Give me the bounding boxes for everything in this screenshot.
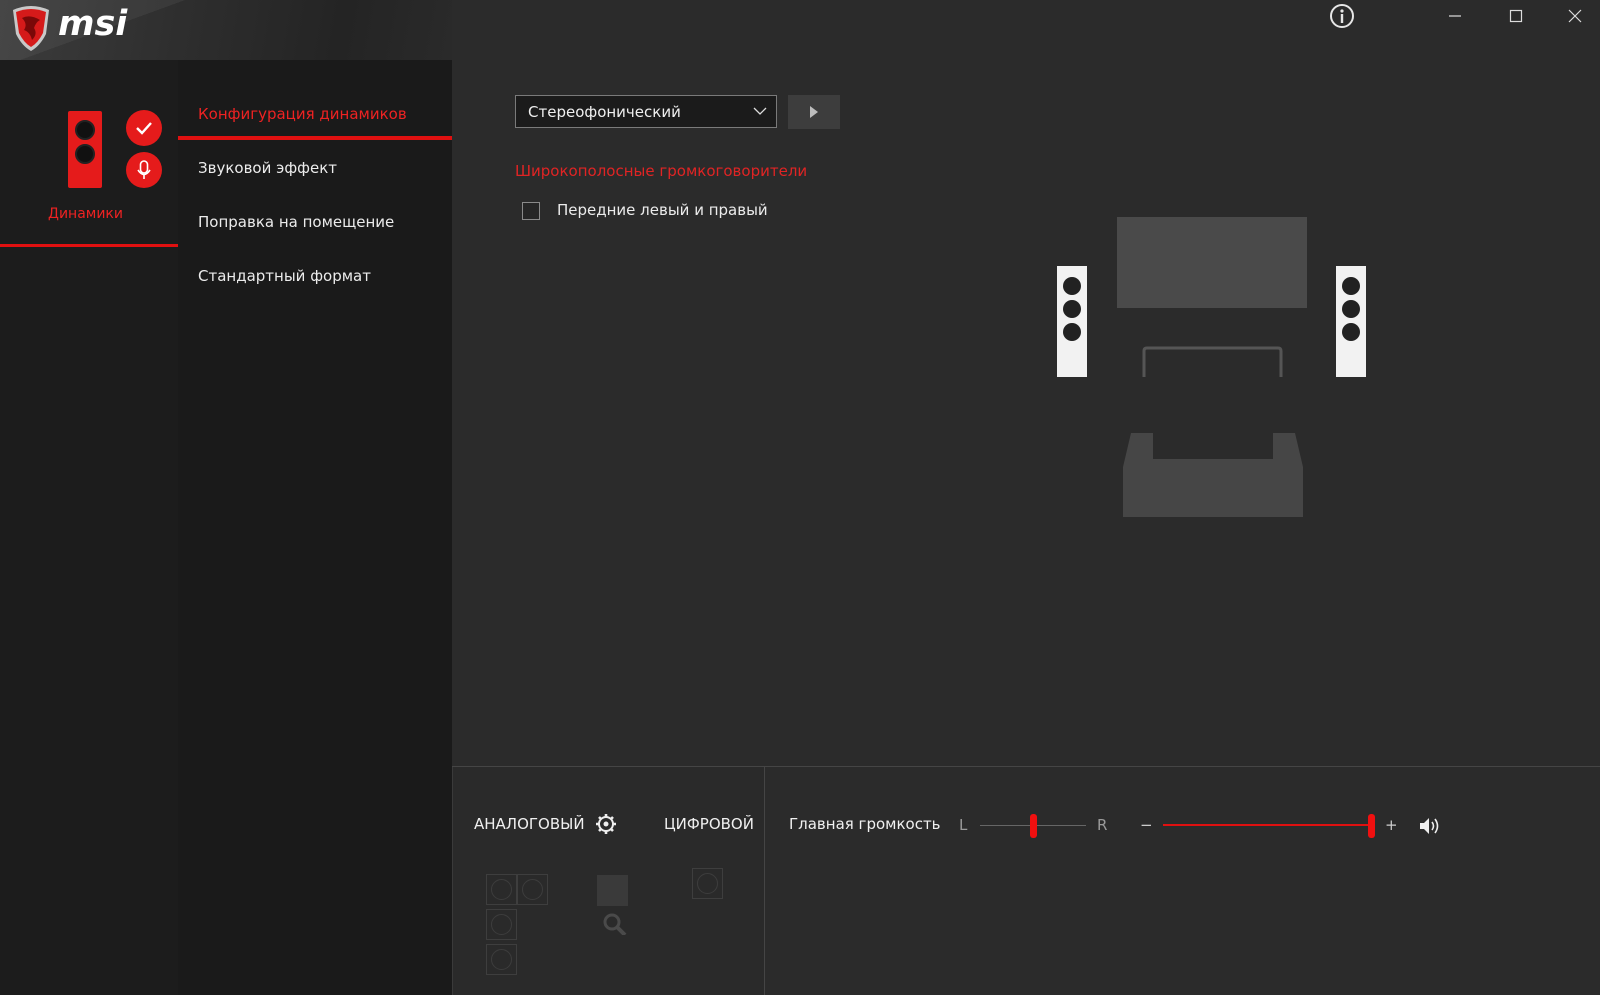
divider [764,766,765,995]
fullrange-speakers-heading: Широкополосные громкоговорители [515,162,808,180]
microphone-badge-icon[interactable] [126,152,162,188]
divider [452,766,453,995]
gear-icon[interactable] [595,813,617,835]
check-badge-icon [126,110,162,146]
chevron-down-icon [752,103,768,123]
analog-jack[interactable] [486,874,517,905]
speaker-config-dropdown[interactable]: Стереофонический [515,95,777,128]
device-active-indicator [0,244,178,247]
app-logo-text: msi [58,4,128,44]
volume-fill [1163,824,1368,826]
volume-icon[interactable] [1418,815,1442,837]
left-speaker-icon [1057,266,1087,377]
maximize-button[interactable] [1488,0,1544,32]
info-icon [1330,4,1354,28]
balance-thumb[interactable] [1030,814,1037,838]
volume-minus-button[interactable]: − [1140,816,1153,834]
analog-jack[interactable] [486,944,517,975]
analog-jack[interactable] [486,909,517,940]
play-icon [810,106,818,118]
minimize-icon [1449,15,1461,17]
speaker-icon[interactable] [68,111,102,188]
nav-panel [178,56,452,995]
device-label[interactable]: Динамики [48,206,123,222]
nav-item-room-correction[interactable]: Поправка на помещение [198,213,394,231]
volume-slider[interactable] [1163,814,1375,838]
maximize-icon [1509,9,1523,23]
dropdown-value: Стереофонический [528,102,681,121]
balance-left-label: L [959,816,968,834]
volume-thumb[interactable] [1368,814,1375,838]
digital-label: ЦИФРОВОЙ [664,815,754,833]
minimize-button[interactable] [1427,0,1483,32]
master-volume-label: Главная громкость [789,815,941,833]
nav-item-sound-effect[interactable]: Звуковой эффект [198,159,337,177]
analog-jack[interactable] [517,874,548,905]
balance-right-label: R [1097,816,1108,834]
front-panel-jack-icon[interactable] [597,875,628,937]
nav-active-indicator [178,136,452,140]
close-button[interactable] [1547,0,1600,32]
digital-jack[interactable] [692,868,723,899]
speaker-layout-diagram [1055,215,1367,520]
right-speaker-icon [1336,266,1366,377]
volume-plus-button[interactable]: + [1385,816,1398,834]
front-lr-checkbox[interactable] [522,202,540,220]
close-icon [1568,9,1582,23]
front-lr-checkbox-label[interactable]: Передние левый и правый [557,201,768,219]
info-button[interactable] [1314,0,1370,32]
balance-slider[interactable] [980,814,1086,838]
nav-item-speaker-config[interactable]: Конфигурация динамиков [198,105,407,123]
test-play-button[interactable] [788,95,840,129]
nav-item-default-format[interactable]: Стандартный формат [198,267,371,285]
divider [452,766,1600,767]
analog-label: АНАЛОГОВЫЙ [474,815,585,833]
msi-dragon-logo-icon [10,4,52,52]
